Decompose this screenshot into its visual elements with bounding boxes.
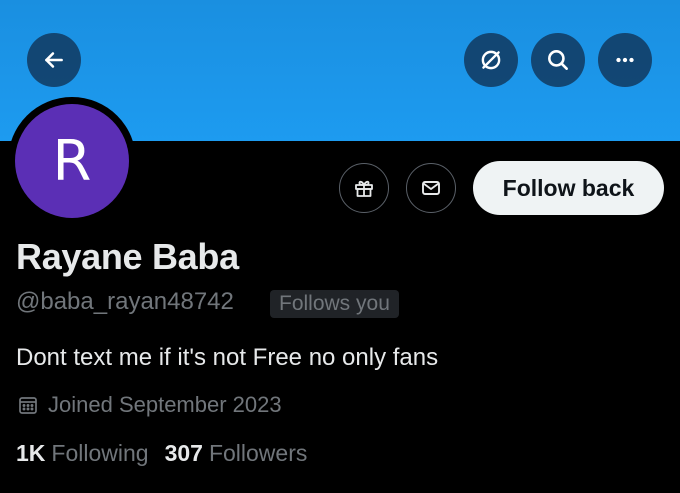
translate-off-button[interactable] xyxy=(464,33,518,87)
calendar-icon xyxy=(19,397,37,414)
search-button[interactable] xyxy=(531,33,585,87)
more-button[interactable] xyxy=(598,33,652,87)
profile-name: Rayane Baba xyxy=(16,236,239,277)
following-link[interactable]: 1K Following xyxy=(16,440,149,467)
profile-bio: Dont text me if it's not Free no only fa… xyxy=(16,344,439,371)
mail-icon xyxy=(422,181,440,195)
joined-text: Joined September 2023 xyxy=(48,392,282,417)
followers-link[interactable]: 307 Followers xyxy=(165,440,308,467)
gift-button[interactable] xyxy=(339,163,389,213)
search-icon xyxy=(548,50,568,70)
message-button[interactable] xyxy=(406,163,456,213)
translate-off-icon xyxy=(481,50,501,70)
follow-back-button[interactable]: Follow back xyxy=(473,161,664,215)
avatar-letter: R xyxy=(52,128,92,194)
following-count: 1K xyxy=(16,440,46,466)
avatar[interactable]: R xyxy=(15,104,129,218)
profile-handle: @baba_rayan48742 xyxy=(16,288,234,315)
following-label: Following xyxy=(51,440,149,466)
gift-icon xyxy=(355,180,373,197)
joined-date: Joined September 2023 xyxy=(16,392,282,418)
followers-count: 307 xyxy=(164,440,203,466)
back-arrow-icon xyxy=(45,52,63,68)
back-button[interactable] xyxy=(27,33,81,87)
follows-you-badge: Follows you xyxy=(270,290,399,318)
more-icon xyxy=(616,57,634,63)
followers-label: Followers xyxy=(208,440,308,466)
follow-stats: 1K Following 307 Followers xyxy=(16,440,323,467)
